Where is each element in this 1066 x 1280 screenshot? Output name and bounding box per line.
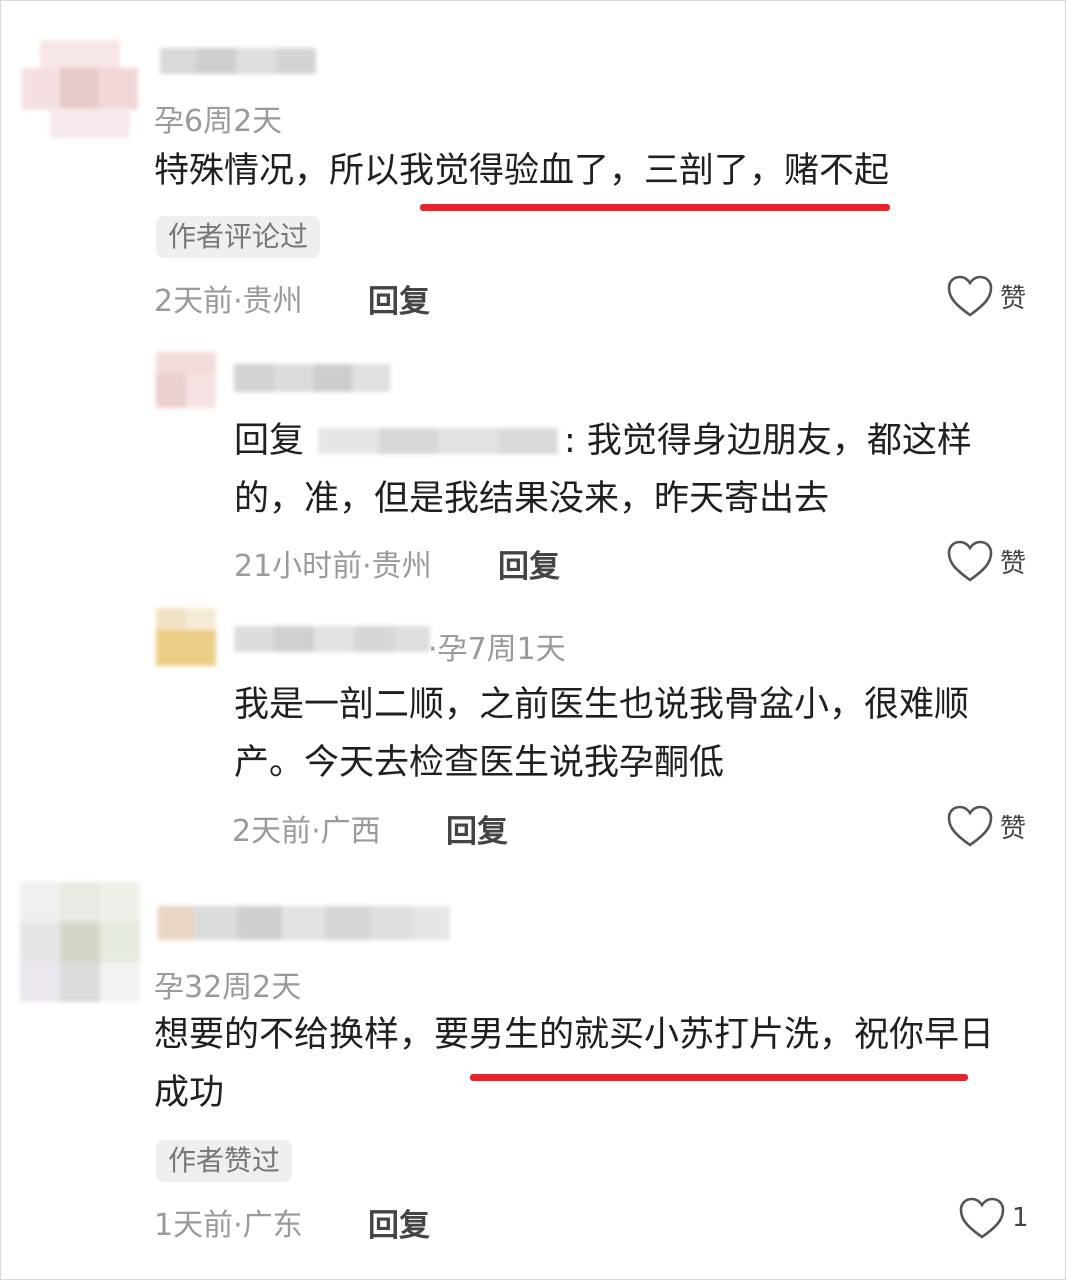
comment-text: 特殊情况，所以我觉得验血了，三剖了，赌不起 [154,151,890,191]
comment-text: : 我觉得身边朋友，都这样的，准，但是我结果没来，昨天寄出去 [234,421,972,519]
username[interactable] [234,622,430,658]
like-button[interactable]: 赞 [946,804,1026,848]
comment-text: 想要的不给换样，要男生的就买小苏打片洗，祝你早日成功 [154,1015,995,1113]
like-label: 赞 [1000,283,1027,314]
reply-button[interactable]: 回复 [446,806,508,851]
pregnancy-badge: ·孕7周1天 [428,632,566,667]
author-commented-tag: 作者评论过 [156,216,321,258]
red-underline [470,1074,968,1081]
username[interactable] [158,902,450,946]
username[interactable] [160,44,316,78]
like-label: 赞 [1000,813,1027,844]
heart-icon [947,805,993,847]
author-liked-tag: 作者赞过 [156,1140,293,1182]
heart-icon [947,275,993,317]
red-underline [420,204,890,211]
pregnancy-badge: 孕32周2天 [154,970,302,1005]
avatar[interactable] [156,608,216,666]
reply-button[interactable]: 回复 [498,541,560,586]
like-label: 赞 [1000,548,1027,579]
comment-text: 我是一剖二顺，之前医生也说我骨盆小，很难顺产。今天去检查医生说我孕酮低 [234,685,970,783]
time-location: 2天前·广西 [232,814,381,849]
avatar[interactable] [22,40,142,140]
time-location: 21小时前·贵州 [234,549,432,584]
like-button[interactable]: 赞 [946,274,1026,318]
reply-button[interactable]: 回复 [368,276,430,321]
avatar[interactable] [156,352,216,408]
time-location: 2天前·贵州 [154,284,303,319]
avatar[interactable] [20,882,140,1002]
heart-icon [947,540,993,582]
username[interactable] [234,362,390,394]
like-button[interactable]: 赞 [946,539,1026,583]
reply-button[interactable]: 回复 [368,1200,430,1245]
time-location: 1天前·广东 [154,1208,303,1243]
like-button[interactable]: 1 [958,1196,1029,1240]
like-count: 1 [1012,1203,1029,1233]
pregnancy-badge: 孕6周2天 [154,104,283,139]
heart-icon [959,1197,1005,1239]
